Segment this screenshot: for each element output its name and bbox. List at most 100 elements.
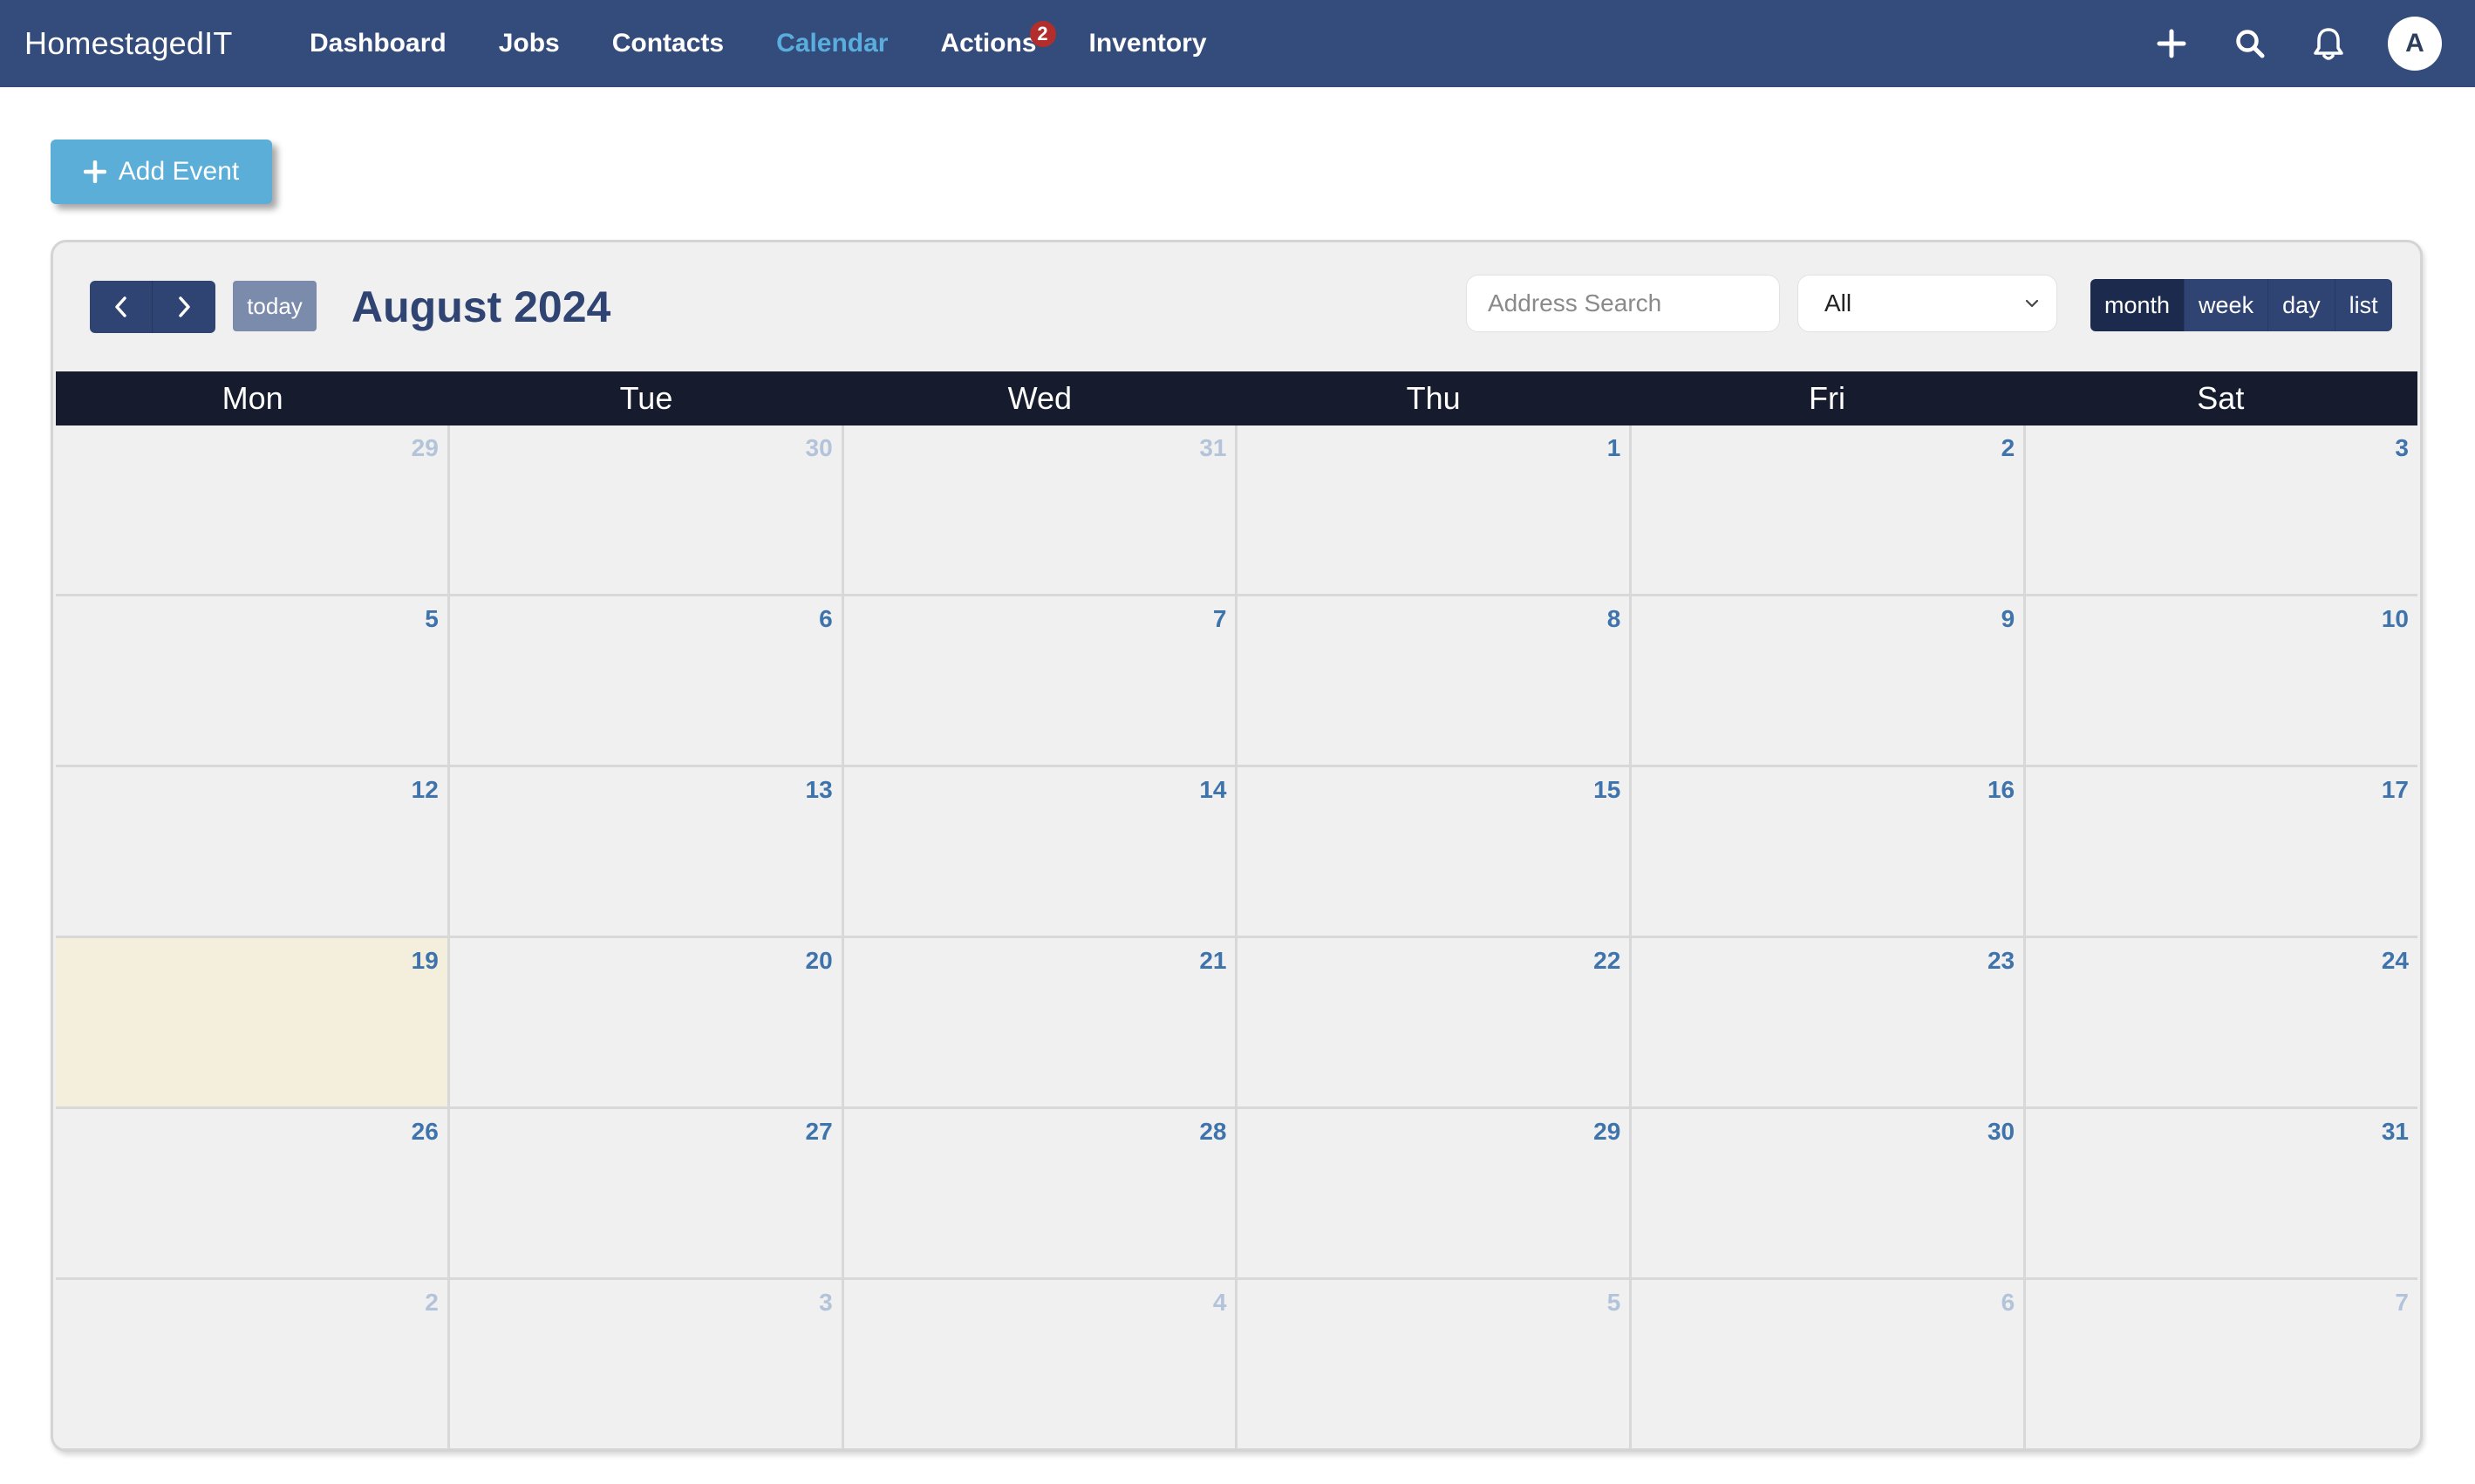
day-cell[interactable]: 17: [2026, 767, 2417, 938]
day-number[interactable]: 2: [425, 1289, 439, 1317]
day-cell[interactable]: 29: [1238, 1109, 1633, 1280]
dow-tue: Tue: [619, 380, 673, 416]
plus-icon[interactable]: [2147, 19, 2196, 68]
day-cell[interactable]: 5: [56, 596, 450, 767]
day-cell[interactable]: 6: [1632, 1280, 2027, 1449]
address-search-input[interactable]: [1466, 275, 1780, 332]
day-number[interactable]: 26: [412, 1118, 439, 1146]
search-icon[interactable]: [2226, 19, 2274, 68]
nav-link-contacts[interactable]: Contacts: [612, 19, 724, 68]
prev-month-button[interactable]: [90, 281, 153, 333]
day-number[interactable]: 28: [1199, 1118, 1226, 1146]
day-number[interactable]: 30: [1988, 1118, 2015, 1146]
day-number[interactable]: 31: [1199, 434, 1226, 462]
nav-link-calendar[interactable]: Calendar: [776, 19, 888, 68]
day-number[interactable]: 16: [1988, 776, 2015, 804]
day-number[interactable]: 3: [819, 1289, 833, 1317]
day-cell[interactable]: 26: [56, 1109, 450, 1280]
day-cell[interactable]: 8: [1238, 596, 1633, 767]
day-cell[interactable]: 20: [449, 938, 844, 1109]
day-number[interactable]: 27: [806, 1118, 833, 1146]
day-cell[interactable]: 23: [1632, 938, 2027, 1109]
day-cell[interactable]: 2: [56, 1280, 450, 1449]
day-cell[interactable]: 7: [843, 596, 1238, 767]
day-cell[interactable]: 30: [449, 425, 844, 596]
day-number[interactable]: 6: [2001, 1289, 2015, 1317]
day-number[interactable]: 31: [2382, 1118, 2409, 1146]
view-list-button[interactable]: list: [2335, 279, 2392, 331]
day-cell[interactable]: 6: [449, 596, 844, 767]
day-cell[interactable]: 3: [2026, 425, 2417, 596]
day-cell[interactable]: 29: [56, 425, 450, 596]
day-number[interactable]: 8: [1607, 605, 1621, 633]
day-number[interactable]: 21: [1199, 947, 1226, 975]
nav-link-inventory[interactable]: Inventory: [1089, 19, 1207, 68]
add-event-button[interactable]: Add Event: [51, 140, 272, 204]
day-number[interactable]: 12: [412, 776, 439, 804]
day-cell[interactable]: 4: [843, 1280, 1238, 1449]
day-cell[interactable]: 7: [2026, 1280, 2417, 1449]
day-number[interactable]: 29: [412, 434, 439, 462]
day-cell[interactable]: 14: [843, 767, 1238, 938]
nav-link-actions[interactable]: Actions 2: [940, 19, 1056, 68]
day-number[interactable]: 2: [2001, 434, 2015, 462]
day-number[interactable]: 5: [1607, 1289, 1621, 1317]
day-cell[interactable]: 28: [843, 1109, 1238, 1280]
day-number[interactable]: 20: [806, 947, 833, 975]
day-number[interactable]: 7: [2395, 1289, 2409, 1317]
day-cell[interactable]: 10: [2026, 596, 2417, 767]
day-number[interactable]: 30: [806, 434, 833, 462]
day-number[interactable]: 6: [819, 605, 833, 633]
day-cell[interactable]: 2: [1632, 425, 2027, 596]
user-avatar[interactable]: A: [2388, 17, 2442, 71]
day-cell[interactable]: 31: [843, 425, 1238, 596]
chevron-down-icon: [2025, 299, 2039, 308]
view-day-button[interactable]: day: [2268, 279, 2335, 331]
day-number[interactable]: 5: [425, 605, 439, 633]
view-week-button[interactable]: week: [2185, 279, 2269, 331]
brand-logo[interactable]: HomestagedIT: [24, 19, 233, 68]
day-cell[interactable]: 5: [1238, 1280, 1633, 1449]
day-cell-today[interactable]: 19: [56, 938, 450, 1109]
dow-sat: Sat: [2197, 380, 2245, 416]
nav-link-jobs[interactable]: Jobs: [499, 19, 560, 68]
day-number[interactable]: 4: [1213, 1289, 1227, 1317]
day-cell[interactable]: 16: [1632, 767, 2027, 938]
day-cell[interactable]: 1: [1238, 425, 1633, 596]
day-cell[interactable]: 12: [56, 767, 450, 938]
day-number[interactable]: 1: [1607, 434, 1621, 462]
nav-link-dashboard[interactable]: Dashboard: [310, 19, 447, 68]
dow-fri: Fri: [1808, 380, 1845, 416]
day-cell[interactable]: 31: [2026, 1109, 2417, 1280]
day-cell[interactable]: 9: [1632, 596, 2027, 767]
bell-icon[interactable]: [2304, 19, 2353, 68]
day-cell[interactable]: 30: [1632, 1109, 2027, 1280]
day-cell[interactable]: 24: [2026, 938, 2417, 1109]
day-number[interactable]: 3: [2395, 434, 2409, 462]
day-number[interactable]: 9: [2001, 605, 2015, 633]
day-cell[interactable]: 13: [449, 767, 844, 938]
day-cell[interactable]: 22: [1238, 938, 1633, 1109]
next-month-button[interactable]: [153, 281, 215, 333]
day-cell[interactable]: 3: [449, 1280, 844, 1449]
today-button[interactable]: today: [233, 281, 317, 331]
day-number[interactable]: 7: [1213, 605, 1227, 633]
day-cell[interactable]: 27: [449, 1109, 844, 1280]
day-number[interactable]: 15: [1593, 776, 1620, 804]
view-month-button[interactable]: month: [2090, 279, 2185, 331]
day-cell[interactable]: 15: [1238, 767, 1633, 938]
day-number[interactable]: 10: [2382, 605, 2409, 633]
day-number[interactable]: 14: [1199, 776, 1226, 804]
calendar-weeks: 29 30 31 1 2 3 5 6 7 8 9 10 12 13 14 15 16 17 19 20 21 22 23 24…: [56, 425, 2417, 1449]
day-number[interactable]: 24: [2382, 947, 2409, 975]
day-number[interactable]: 19: [412, 947, 439, 975]
day-number[interactable]: 17: [2382, 776, 2409, 804]
day-number[interactable]: 13: [806, 776, 833, 804]
event-filter-select[interactable]: All: [1797, 275, 2057, 332]
dow-thu: Thu: [1406, 380, 1461, 416]
day-number[interactable]: 22: [1593, 947, 1620, 975]
day-cell[interactable]: 21: [843, 938, 1238, 1109]
day-number[interactable]: 23: [1988, 947, 2015, 975]
calendar-week-row: 26 27 28 29 30 31: [56, 1109, 2417, 1280]
day-number[interactable]: 29: [1593, 1118, 1620, 1146]
